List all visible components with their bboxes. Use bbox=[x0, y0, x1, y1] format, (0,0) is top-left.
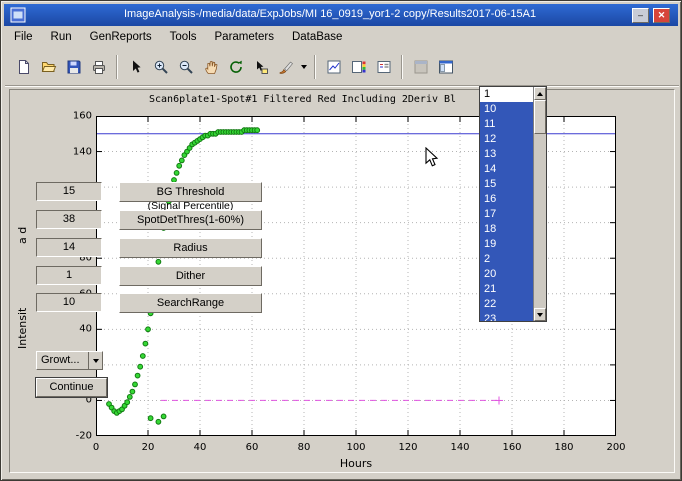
window-icon bbox=[10, 7, 26, 23]
bg-threshold-button[interactable]: BG Threshold bbox=[119, 182, 262, 202]
scroll-down-icon[interactable] bbox=[534, 308, 546, 321]
show-plot-tools-icon[interactable] bbox=[433, 54, 458, 79]
list-option[interactable]: 13 bbox=[480, 147, 533, 162]
x-axis-label: Hours bbox=[340, 457, 372, 470]
list-option[interactable]: 15 bbox=[480, 177, 533, 192]
list-option[interactable]: 12 bbox=[480, 132, 533, 147]
insert-legend-icon[interactable] bbox=[371, 54, 396, 79]
menu-item-database[interactable]: DataBase bbox=[283, 29, 352, 45]
data-cursor-icon[interactable] bbox=[248, 54, 273, 79]
bg-threshold-field[interactable]: 15 bbox=[36, 182, 102, 201]
scroll-track[interactable] bbox=[534, 100, 546, 308]
outlier-points-series bbox=[148, 414, 166, 424]
brush-dropdown-caret-icon[interactable] bbox=[298, 54, 309, 79]
new-document-icon[interactable] bbox=[11, 54, 36, 79]
list-option[interactable]: 19 bbox=[480, 237, 533, 252]
zoom-in-icon[interactable] bbox=[148, 54, 173, 79]
title-bar[interactable]: ImageAnalysis-/media/data/ExpJobs/MI 16_… bbox=[4, 4, 678, 26]
list-option[interactable]: 2 bbox=[480, 252, 533, 267]
list-option[interactable]: 22 bbox=[480, 297, 533, 312]
brush-icon[interactable] bbox=[273, 54, 298, 79]
rotate-3d-icon[interactable] bbox=[223, 54, 248, 79]
scroll-up-icon[interactable] bbox=[534, 87, 546, 100]
searchrange-button[interactable]: SearchRange bbox=[119, 293, 262, 313]
list-option[interactable]: 11 bbox=[480, 117, 533, 132]
list-scrollbar[interactable] bbox=[533, 87, 546, 321]
radius-button[interactable]: Radius bbox=[119, 238, 262, 258]
listbox-options: 1 10 11 12 13 14 15 16 17 18 19 2 20 21 … bbox=[480, 87, 533, 321]
growth-dropdown-value: Growt... bbox=[37, 352, 88, 369]
dither-field[interactable]: 1 bbox=[36, 266, 102, 285]
menu-item-run[interactable]: Run bbox=[42, 29, 81, 45]
radius-field[interactable]: 14 bbox=[36, 238, 102, 257]
dither-button[interactable]: Dither bbox=[119, 266, 262, 286]
close-button[interactable]: ✕ bbox=[653, 8, 670, 23]
save-icon[interactable] bbox=[61, 54, 86, 79]
pan-hand-icon[interactable] bbox=[198, 54, 223, 79]
list-option[interactable]: 20 bbox=[480, 267, 533, 282]
growth-dropdown[interactable]: Growt... bbox=[36, 351, 103, 370]
insert-colorbar-icon[interactable] bbox=[346, 54, 371, 79]
list-option[interactable]: 23 bbox=[480, 312, 533, 321]
plot-title: Scan6plate1-Spot#1 Filtered Red Includin… bbox=[149, 94, 456, 105]
menu-item-parameters[interactable]: Parameters bbox=[206, 29, 283, 45]
y-axis-label-fragment: Intensit bbox=[16, 308, 29, 349]
toolbar-separator bbox=[401, 55, 403, 79]
toolbar-separator bbox=[314, 55, 316, 79]
menu-bar: File Run GenReports Tools Parameters Dat… bbox=[5, 27, 677, 47]
print-icon[interactable] bbox=[86, 54, 111, 79]
continue-button[interactable]: Continue bbox=[36, 378, 107, 397]
link-plot-icon[interactable] bbox=[321, 54, 346, 79]
menu-item-genreports[interactable]: GenReports bbox=[81, 29, 161, 45]
spotdetthres-button[interactable]: SpotDetThres(1-60%) bbox=[119, 210, 262, 230]
list-option[interactable]: 18 bbox=[480, 222, 533, 237]
scroll-thumb[interactable] bbox=[534, 100, 546, 134]
y-axis-label-fragment: a d bbox=[16, 227, 29, 244]
spot-number-listbox[interactable]: 1 10 11 12 13 14 15 16 17 18 19 2 20 21 … bbox=[479, 86, 547, 322]
minimize-button[interactable]: – bbox=[632, 8, 649, 23]
list-option[interactable]: 1 bbox=[480, 87, 533, 102]
list-option[interactable]: 16 bbox=[480, 192, 533, 207]
list-option[interactable]: 10 bbox=[480, 102, 533, 117]
list-option[interactable]: 21 bbox=[480, 282, 533, 297]
figure-toolbar bbox=[5, 48, 679, 86]
window-title: ImageAnalysis-/media/data/ExpJobs/MI 16_… bbox=[34, 8, 626, 20]
chevron-down-icon[interactable] bbox=[88, 352, 102, 369]
app-window: ImageAnalysis-/media/data/ExpJobs/MI 16_… bbox=[0, 0, 682, 481]
zoom-out-icon[interactable] bbox=[173, 54, 198, 79]
open-folder-icon[interactable] bbox=[36, 54, 61, 79]
menu-item-file[interactable]: File bbox=[5, 29, 42, 45]
spotdetthres-field[interactable]: 38 bbox=[36, 210, 102, 229]
select-arrow-icon[interactable] bbox=[123, 54, 148, 79]
toolbar-separator bbox=[116, 55, 118, 79]
list-option[interactable]: 14 bbox=[480, 162, 533, 177]
searchrange-field[interactable]: 10 bbox=[36, 293, 102, 312]
hide-plot-tools-icon[interactable] bbox=[408, 54, 433, 79]
list-option[interactable]: 17 bbox=[480, 207, 533, 222]
menu-item-tools[interactable]: Tools bbox=[161, 29, 206, 45]
